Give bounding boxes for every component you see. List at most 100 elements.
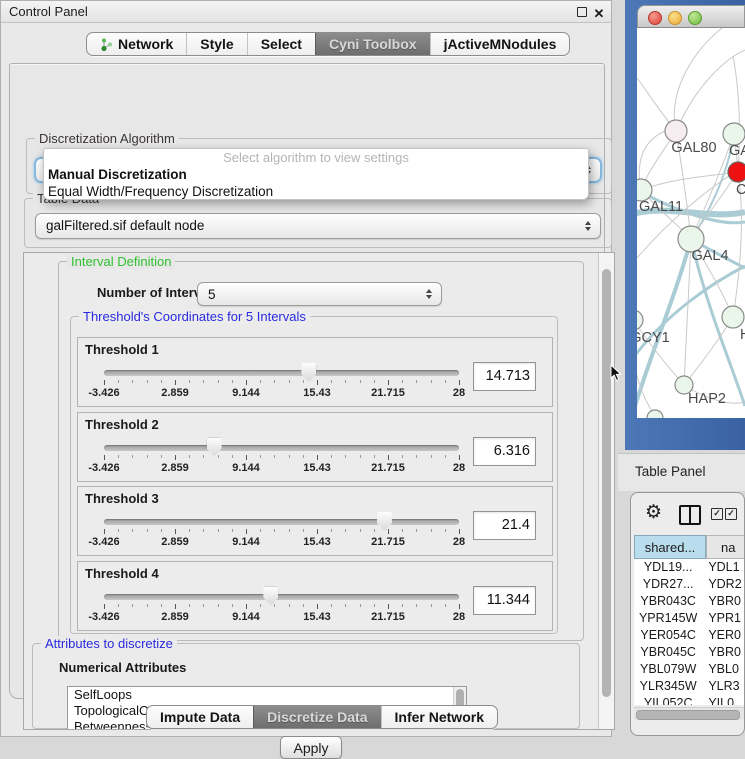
network-node-ga[interactable] — [723, 123, 745, 145]
table-row[interactable]: YPR145WYPR1 — [634, 610, 745, 627]
cell-shared-name: YPR145W — [634, 610, 702, 627]
threshold-value-field[interactable]: 11.344 — [473, 586, 536, 615]
apply-button[interactable]: Apply — [280, 736, 342, 759]
tick-mark — [360, 380, 361, 383]
horizontal-scrollbar[interactable] — [634, 707, 745, 720]
tick-mark — [289, 380, 290, 383]
table-row[interactable]: YIL052CYIL0 — [634, 695, 745, 705]
tab-jactivemnodules[interactable]: jActiveMNodules — [430, 33, 570, 55]
close-icon[interactable]: ✕ — [591, 3, 607, 24]
slider-thumb[interactable] — [263, 587, 278, 606]
tick-mark — [118, 604, 119, 607]
cell-name: YLR3 — [702, 678, 745, 695]
tick-mark — [260, 380, 261, 383]
vertical-scrollbar[interactable] — [598, 253, 614, 729]
tick-mark — [175, 455, 176, 460]
column-header-name[interactable]: na — [706, 535, 745, 559]
slider-track[interactable] — [104, 370, 459, 376]
tab-impute-data[interactable]: Impute Data — [147, 706, 253, 728]
slider-track[interactable] — [104, 445, 459, 451]
checkbox-icon[interactable]: ✓ — [711, 508, 723, 520]
num-intervals-combobox[interactable]: 5 — [197, 282, 442, 306]
tick-mark — [161, 529, 162, 532]
tick-mark — [161, 455, 162, 458]
tab-infer-network[interactable]: Infer Network — [381, 706, 497, 728]
tab-cyni-toolbox[interactable]: Cyni Toolbox — [315, 33, 430, 55]
scale-label: 9.144 — [232, 611, 260, 623]
cell-name: YPR1 — [702, 610, 745, 627]
table-row[interactable]: YBR043CYBR0 — [634, 593, 745, 610]
table-data-value: galFiltered.sif default node — [46, 218, 204, 233]
table-data-group: Table Data galFiltered.sif default node — [24, 198, 612, 248]
node-table: shared... na YDL19...YDL1YDR27...YDR2YBR… — [633, 535, 744, 735]
dropdown-placeholder: Select algorithm to view settings — [44, 149, 588, 166]
threshold-value-field[interactable]: 21.4 — [473, 511, 536, 540]
slider-track[interactable] — [104, 594, 459, 600]
table-data-combobox[interactable]: galFiltered.sif default node — [35, 213, 601, 239]
network-node-c[interactable] — [728, 162, 745, 182]
tick-mark — [132, 529, 133, 532]
table-row[interactable]: YLR345WYLR3 — [634, 678, 745, 695]
network-edge — [676, 50, 745, 131]
threshold-value-field[interactable]: 6.316 — [473, 437, 536, 466]
network-node-label: GCY1 — [637, 330, 670, 346]
tick-mark — [232, 604, 233, 607]
network-node-gal80[interactable] — [665, 120, 687, 142]
tick-mark — [175, 380, 176, 385]
table-row[interactable]: YER054CYER0 — [634, 627, 745, 644]
columns-icon[interactable] — [679, 505, 701, 525]
checkbox-icon[interactable]: ✓ — [725, 508, 737, 520]
num-intervals-value: 5 — [208, 287, 216, 302]
table-row[interactable]: YDL19...YDL1 — [634, 559, 745, 576]
scale-label: 21.715 — [371, 611, 405, 623]
cell-shared-name: YLR345W — [634, 678, 702, 695]
scrollbar-thumb[interactable] — [636, 710, 740, 720]
float-window-icon[interactable] — [577, 7, 587, 17]
tick-mark — [104, 604, 105, 609]
tick-mark — [445, 455, 446, 458]
tab-discretize-data[interactable]: Discretize Data — [253, 706, 380, 728]
tick-mark — [431, 455, 432, 458]
gear-icon[interactable]: ⚙ — [645, 501, 662, 524]
tick-mark — [374, 529, 375, 532]
slider-thumb[interactable] — [207, 438, 222, 457]
threshold-label: Threshold 4 — [85, 566, 159, 581]
network-node-gcy1[interactable] — [637, 310, 643, 330]
dropdown-option-manual-discretization[interactable]: Manual Discretization — [44, 166, 588, 183]
table-row[interactable]: YBR045CYBR0 — [634, 644, 745, 661]
dropdown-option-equal-width-frequency-discretization[interactable]: Equal Width/Frequency Discretization — [44, 183, 588, 200]
mac-zoom-icon[interactable] — [688, 11, 702, 25]
tick-mark — [132, 455, 133, 458]
mac-minimize-icon[interactable] — [668, 11, 682, 25]
tick-mark — [203, 455, 204, 458]
table-row[interactable]: YDR27...YDR2 — [634, 576, 745, 593]
mac-close-icon[interactable] — [648, 11, 662, 25]
column-header-shared-name[interactable]: shared... — [634, 535, 706, 559]
scale-label: 9.144 — [232, 387, 260, 399]
tab-select[interactable]: Select — [247, 33, 315, 55]
tab-style[interactable]: Style — [186, 33, 246, 55]
network-node[interactable] — [647, 410, 663, 418]
cell-name: YBR0 — [702, 644, 745, 661]
slider-thumb[interactable] — [377, 512, 392, 531]
network-node-h[interactable] — [722, 306, 744, 328]
tick-mark — [345, 455, 346, 458]
network-window-titlebar[interactable] — [637, 5, 745, 28]
threshold-value-field[interactable]: 14.713 — [473, 362, 536, 391]
network-edge — [674, 28, 722, 131]
cell-shared-name: YBR045C — [634, 644, 702, 661]
slider-track[interactable] — [104, 519, 459, 525]
table-row[interactable]: YBL079WYBL0 — [634, 661, 745, 678]
attribute-item-selfloops[interactable]: SelfLoops — [68, 687, 466, 703]
tick-mark — [147, 604, 148, 607]
cell-shared-name: YDL19... — [634, 559, 702, 576]
cell-name: YDL1 — [702, 559, 745, 576]
tick-mark — [374, 604, 375, 607]
table-panel-titlebar[interactable]: Table Panel — [618, 453, 745, 491]
tick-mark — [289, 604, 290, 607]
scrollbar-thumb[interactable] — [602, 269, 611, 697]
tick-mark — [360, 604, 361, 607]
control-panel-titlebar[interactable]: Control Panel ✕ — [1, 1, 611, 23]
network-canvas[interactable]: GAL80GACGAL11GAL4GCY1HHAP2 — [637, 28, 745, 418]
tab-network[interactable]: Network — [87, 33, 186, 55]
